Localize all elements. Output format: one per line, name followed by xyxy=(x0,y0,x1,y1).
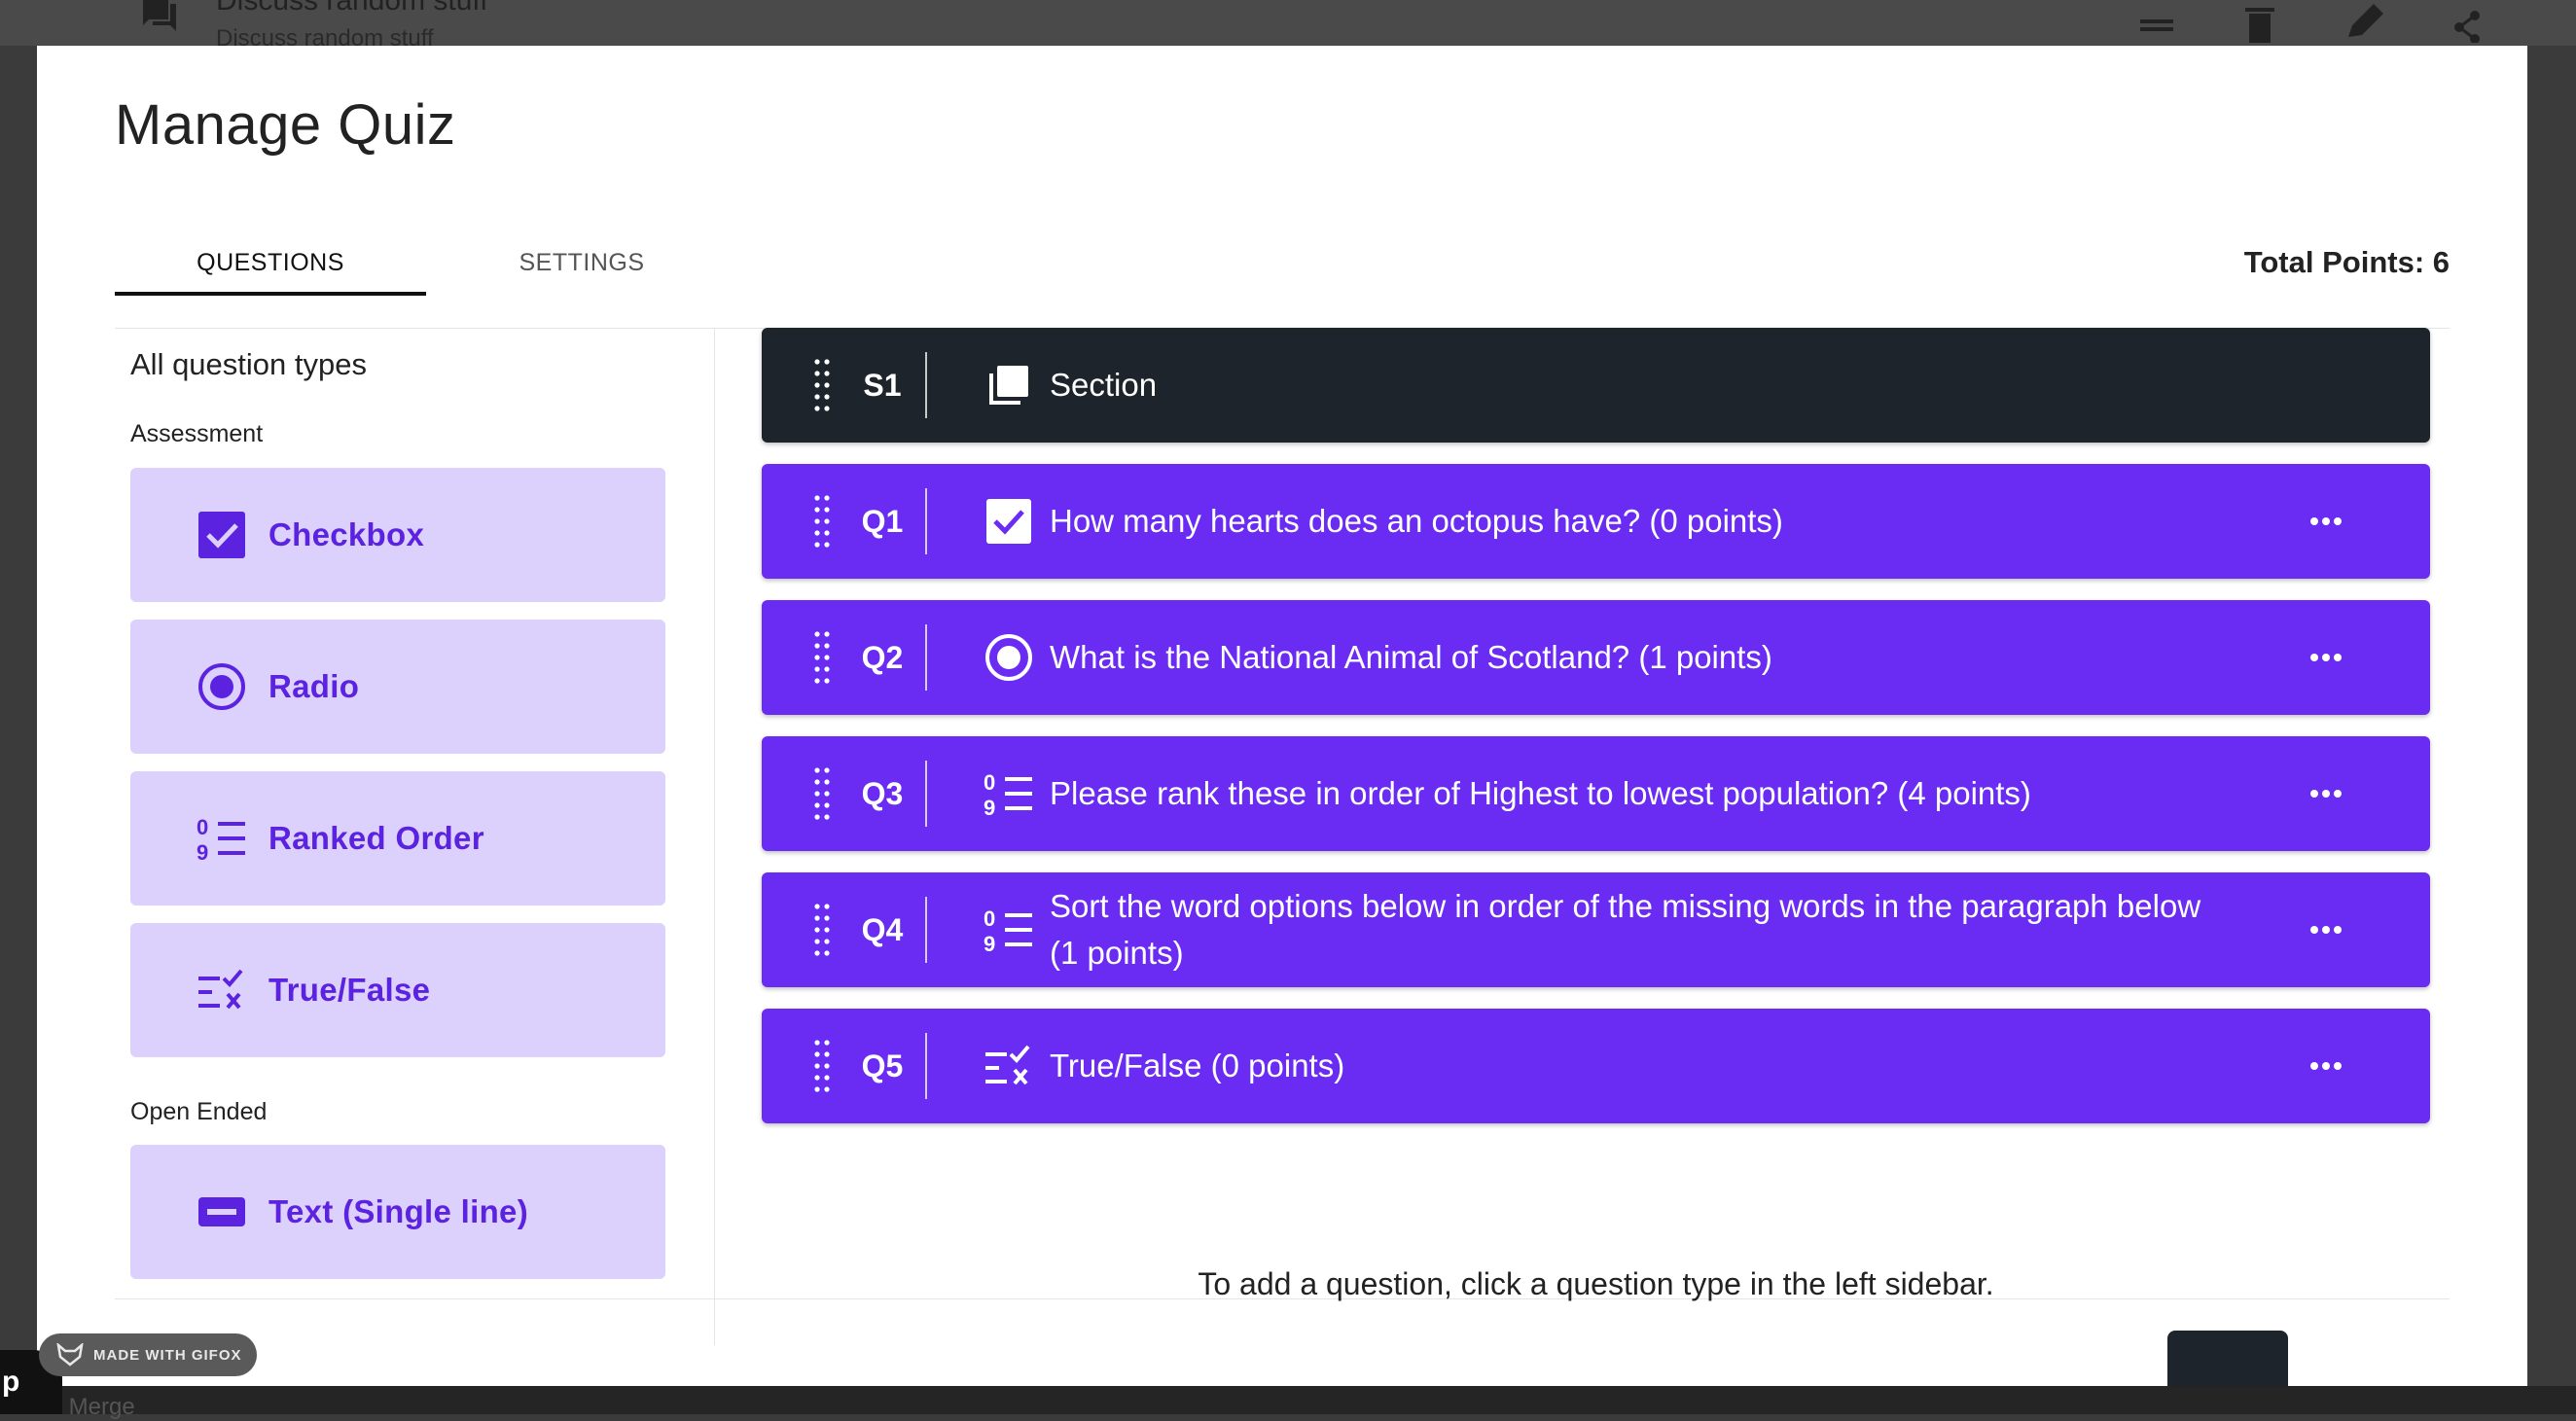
sidebar-heading: All question types xyxy=(130,347,367,381)
question-type-label: Checkbox xyxy=(268,516,425,552)
question-text: Section xyxy=(1050,367,1158,403)
question-type-text-single-line[interactable]: Text (Single line) xyxy=(130,1145,665,1279)
more-options-icon[interactable] xyxy=(2309,925,2343,935)
manage-quiz-modal: Manage Quiz QUESTIONS SETTINGS Total Poi… xyxy=(37,46,2527,1386)
row-separator xyxy=(925,897,927,963)
total-points: Total Points: 6 xyxy=(2243,245,2450,279)
svg-text:9: 9 xyxy=(984,796,995,818)
watermark-text: MADE WITH GIFOX xyxy=(93,1346,242,1364)
row-separator xyxy=(925,488,927,554)
background-title: Discuss random stuff xyxy=(216,0,488,17)
row-separator xyxy=(925,761,927,827)
more-options-icon[interactable] xyxy=(2309,789,2343,799)
question-row[interactable]: Q4 0 9 Sort the word options below in or… xyxy=(762,872,2430,987)
more-options-icon[interactable] xyxy=(2309,1061,2343,1071)
drag-handle-icon[interactable] xyxy=(812,494,832,549)
tab-questions[interactable]: QUESTIONS xyxy=(115,231,426,295)
footer-action-button[interactable] xyxy=(2167,1331,2288,1386)
question-text: Sort the word options below in order of … xyxy=(1050,888,2201,971)
question-number: S1 xyxy=(863,367,902,403)
row-separator xyxy=(925,352,927,418)
group-label-open-ended: Open Ended xyxy=(130,1098,268,1125)
svg-text:0: 0 xyxy=(197,815,208,839)
active-tab-indicator xyxy=(115,292,426,296)
menu-icon xyxy=(2140,19,2173,31)
true-false-icon xyxy=(984,1041,1034,1091)
radio-icon xyxy=(984,632,1034,683)
question-type-checkbox[interactable]: Checkbox xyxy=(130,468,665,602)
question-number: Q1 xyxy=(861,503,904,539)
svg-text:0: 0 xyxy=(984,770,995,795)
background-footer xyxy=(0,1386,2576,1414)
question-type-label: Radio xyxy=(268,668,360,704)
tab-bar: QUESTIONS SETTINGS xyxy=(115,231,660,299)
text-single-line-icon xyxy=(195,1185,249,1239)
ranked-order-icon: 0 9 xyxy=(984,768,1034,819)
section-row[interactable]: S1 Section xyxy=(762,328,2430,443)
question-text: True/False (0 points) xyxy=(1050,1048,1345,1084)
tab-settings[interactable]: SETTINGS xyxy=(426,231,737,295)
question-row[interactable]: Q5 True/False (0 points) xyxy=(762,1009,2430,1123)
question-type-sidebar: All question types Assessment Checkbox R… xyxy=(115,328,713,1344)
more-options-icon[interactable] xyxy=(2309,653,2343,662)
checkbox-icon xyxy=(984,496,1034,547)
question-text: How many hearts does an octopus have? (0… xyxy=(1050,503,1783,539)
share-icon xyxy=(2454,11,2480,43)
question-type-radio[interactable]: Radio xyxy=(130,620,665,754)
section-icon xyxy=(984,360,1034,410)
drag-handle-icon[interactable] xyxy=(812,766,832,821)
checkbox-icon xyxy=(195,508,249,562)
more-options-icon[interactable] xyxy=(2309,516,2343,526)
question-list: S1 Section Q1 How many hearts does an oc… xyxy=(762,328,2474,1344)
question-row[interactable]: Q1 How many hearts does an octopus have?… xyxy=(762,464,2430,579)
question-type-label: Text (Single line) xyxy=(268,1193,528,1229)
question-type-label: Ranked Order xyxy=(268,820,484,856)
ranked-order-icon: 0 9 xyxy=(195,811,249,866)
chat-icon xyxy=(143,0,176,31)
sidebar-divider xyxy=(714,329,715,1345)
question-type-true-false[interactable]: True/False xyxy=(130,923,665,1057)
question-text: Please rank these in order of Highest to… xyxy=(1050,775,2031,811)
group-label-assessment: Assessment xyxy=(130,420,264,447)
question-number: Q3 xyxy=(861,775,904,811)
question-number: Q4 xyxy=(861,911,904,947)
question-number: Q2 xyxy=(861,639,904,675)
row-separator xyxy=(925,624,927,691)
question-row[interactable]: Q3 0 9 Please rank these in order of Hig… xyxy=(762,736,2430,851)
svg-text:0: 0 xyxy=(984,906,995,931)
drag-handle-icon[interactable] xyxy=(812,358,832,412)
ranked-order-icon: 0 9 xyxy=(984,905,1034,955)
gifox-watermark: MADE WITH GIFOX xyxy=(39,1333,257,1376)
delete-icon xyxy=(2245,8,2274,43)
drag-handle-icon[interactable] xyxy=(812,630,832,685)
radio-icon xyxy=(195,659,249,714)
edit-icon xyxy=(2348,4,2383,37)
modal-title: Manage Quiz xyxy=(115,93,456,157)
drag-handle-icon[interactable] xyxy=(812,903,832,957)
svg-text:9: 9 xyxy=(197,840,208,863)
question-row[interactable]: Q2 What is the National Animal of Scotla… xyxy=(762,600,2430,715)
question-text: What is the National Animal of Scotland?… xyxy=(1050,639,1772,675)
true-false-icon xyxy=(195,963,249,1017)
add-question-hint: To add a question, click a question type… xyxy=(1198,1266,1994,1301)
question-type-label: True/False xyxy=(268,972,431,1008)
svg-text:9: 9 xyxy=(984,932,995,954)
row-separator xyxy=(925,1033,927,1099)
fox-icon xyxy=(56,1343,84,1367)
drag-handle-icon[interactable] xyxy=(812,1039,832,1093)
question-number: Q5 xyxy=(861,1048,904,1084)
question-type-ranked-order[interactable]: 0 9 Ranked Order xyxy=(130,771,665,906)
background-toolbar xyxy=(2140,4,2480,43)
